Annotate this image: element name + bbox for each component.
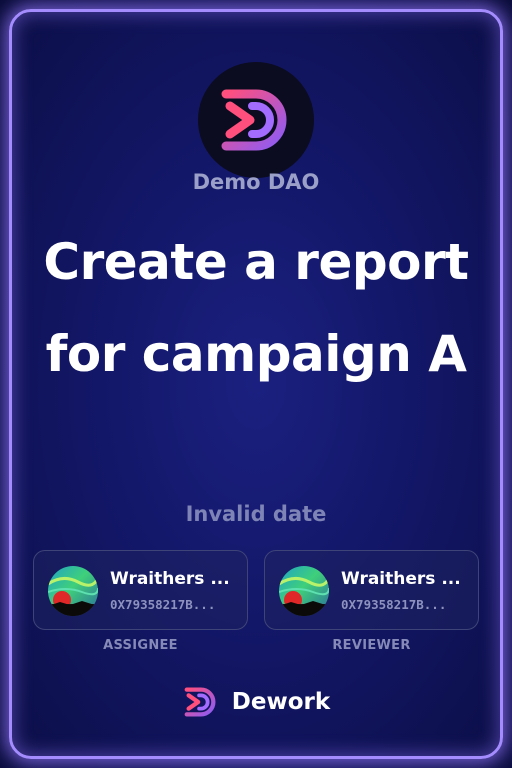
assignee-address: 0X79358217B... [110, 597, 216, 612]
footer-brand[interactable]: Dework [0, 682, 512, 722]
reviewer-role-label: REVIEWER [332, 638, 411, 653]
org-logo [198, 62, 314, 178]
assignee-name: Wraithers ... [110, 569, 230, 589]
dework-logo-icon [184, 687, 216, 717]
brand-name: Dework [231, 689, 331, 715]
reviewer-address: 0X79358217B... [341, 597, 447, 612]
org-name: Demo DAO [192, 170, 320, 194]
task-title: Create a report for campaign A [43, 233, 469, 383]
assignee-card[interactable]: Wraithers ... 0X79358217B... [33, 550, 248, 630]
aurora-avatar [48, 566, 98, 616]
dework-logo-icon [221, 89, 287, 151]
reviewer-card[interactable]: Wraithers ... 0X79358217B... [264, 550, 479, 630]
aurora-avatar [279, 566, 329, 616]
reviewer-name: Wraithers ... [341, 569, 461, 589]
og-card-page: Demo DAO Create a report for campaign A … [0, 0, 512, 768]
task-date: Invalid date [185, 502, 327, 526]
assignee-role-label: ASSIGNEE [103, 638, 178, 653]
